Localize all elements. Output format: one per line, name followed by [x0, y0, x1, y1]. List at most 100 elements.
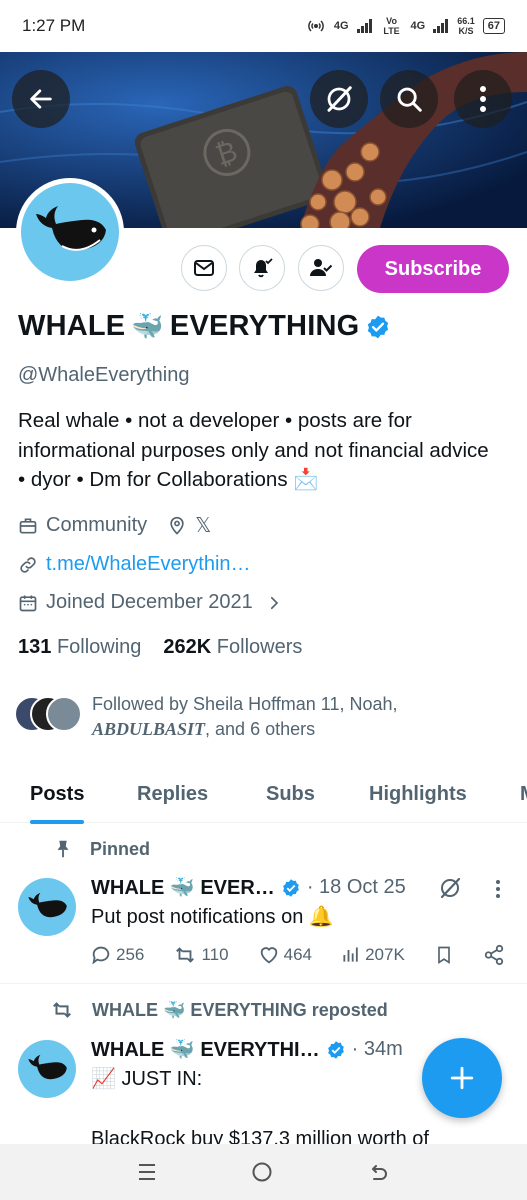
post-author[interactable]: WHALE 🐳 EVER…	[91, 875, 275, 900]
post-avatar[interactable]	[18, 878, 76, 936]
views-icon	[343, 947, 358, 962]
tab-label: Subs	[266, 782, 315, 805]
post-text-continued: BlackRock buy $137.3 million worth of	[91, 1128, 429, 1144]
profile-website-link[interactable]: t.me/WhaleEverythin…	[46, 553, 251, 576]
speed-value: 66.1	[457, 16, 475, 26]
tab-highlights[interactable]: Highlights	[369, 765, 467, 823]
battery-icon: 67	[482, 18, 505, 34]
like-button[interactable]: 464	[258, 944, 312, 966]
followed-by[interactable]: Followed by Sheila Hoffman 11, Noah, ABD…	[14, 692, 432, 742]
network-label-1: 4G	[333, 20, 349, 32]
post-author[interactable]: WHALE 🐳 EVERYTHI…	[91, 1037, 320, 1062]
post-text: 📈 JUST IN:	[91, 1068, 203, 1090]
briefcase-icon	[19, 518, 37, 533]
subscribe-button[interactable]: Subscribe	[357, 245, 509, 293]
message-button[interactable]	[181, 245, 227, 291]
tab-label: M	[520, 783, 527, 806]
following-label: Following	[56, 636, 142, 658]
search-button[interactable]	[380, 70, 438, 128]
mail-icon	[194, 260, 214, 276]
post-header: WHALE 🐳 EVER… · 18 Oct 25	[91, 875, 406, 900]
repost-button[interactable]: 110	[173, 944, 229, 966]
followers-count: 262K	[163, 636, 212, 658]
reply-button[interactable]: 256	[90, 944, 144, 966]
arrow-left-icon	[30, 89, 52, 109]
followers-label: Followers	[216, 636, 303, 658]
post-header: WHALE 🐳 EVERYTHI… · 34m	[91, 1037, 403, 1062]
post-more-icon[interactable]	[495, 879, 501, 899]
heart-icon	[260, 947, 277, 964]
chevron-right-icon	[270, 596, 278, 609]
status-bar: 1:27 PM 4G Vo LTE 4G 66.1 K/S 67	[0, 0, 527, 52]
profile-name-part1: WHALE	[18, 310, 126, 342]
profile-avatar[interactable]	[16, 178, 124, 286]
followed-by-styled-name: ABDULBASIT	[92, 719, 206, 739]
follow-stats: 131 Following 262K Followers	[18, 636, 302, 659]
following-button[interactable]	[298, 245, 344, 291]
notifications-button[interactable]	[239, 245, 285, 291]
avatar-image	[21, 183, 119, 281]
back-nav-button[interactable]	[367, 1160, 391, 1184]
link-icon	[20, 556, 36, 573]
followed-by-text: Followed by Sheila Hoffman 11, Noah, ABD…	[92, 692, 432, 742]
post-avatar[interactable]	[18, 1040, 76, 1098]
profile-bio: Real whale • not a developer • posts are…	[18, 409, 489, 491]
tab-label: Highlights	[369, 782, 467, 805]
followed-by-prefix: Followed by Sheila Hoffman 11, Noah,	[92, 694, 398, 714]
home-button[interactable]	[250, 1160, 274, 1184]
joined-row[interactable]: Joined December 2021	[18, 591, 283, 614]
bell-check-icon	[254, 258, 273, 278]
signal-icon	[356, 19, 372, 33]
plus-icon	[450, 1066, 474, 1090]
tab-replies[interactable]: Replies	[137, 765, 208, 823]
repost-icon	[53, 1002, 71, 1018]
profile-name: WHALE 🐳 EVERYTHING	[18, 310, 391, 343]
signal-icon	[433, 19, 449, 33]
profile-location: 𝕏	[195, 515, 212, 537]
location-pin-icon	[170, 516, 184, 535]
share-icon[interactable]	[483, 944, 505, 966]
grok-icon[interactable]	[438, 876, 462, 900]
like-count: 464	[283, 945, 313, 964]
follower-avatar	[46, 696, 82, 732]
android-nav-bar	[0, 1144, 527, 1200]
recents-button[interactable]	[136, 1162, 158, 1182]
tab-subs[interactable]: Subs	[266, 765, 315, 823]
whale-logo	[36, 206, 106, 251]
more-button[interactable]	[454, 70, 512, 128]
views-button[interactable]: 207K	[341, 945, 405, 965]
verified-badge-icon[interactable]	[365, 314, 391, 340]
back-button[interactable]	[12, 70, 70, 128]
following-stat[interactable]: 131 Following	[18, 636, 141, 659]
repost-indicator: WHALE 🐳 EVERYTHING reposted	[50, 999, 388, 1021]
status-time: 1:27 PM	[22, 16, 86, 35]
post-actions: 256 110 464 207K	[90, 944, 505, 966]
website-row: t.me/WhaleEverythin…	[18, 553, 251, 576]
profile-tabs: Posts Replies Subs Highlights M	[0, 765, 527, 824]
whale-emoji: 🐳	[131, 311, 164, 341]
tab-media[interactable]: M	[520, 765, 527, 823]
repost-count: 110	[201, 945, 229, 964]
repost-icon	[176, 947, 195, 963]
bookmark-icon[interactable]	[434, 944, 454, 966]
menu-lines-icon	[139, 1164, 156, 1180]
reply-count: 256	[116, 945, 145, 964]
whale-logo	[28, 892, 67, 918]
views-count: 207K	[365, 945, 405, 964]
profile-joined-date: Joined December 2021	[46, 591, 253, 613]
status-indicators: 4G Vo LTE 4G 66.1 K/S 67	[306, 16, 505, 36]
pin-icon	[57, 840, 69, 858]
followers-stat[interactable]: 262K Followers	[163, 636, 302, 659]
post-divider	[0, 983, 527, 984]
grok-icon	[327, 86, 352, 112]
more-vertical-icon	[480, 86, 486, 112]
profile-category: Community	[46, 514, 148, 536]
pinned-indicator: Pinned	[52, 838, 150, 860]
grok-button[interactable]	[310, 70, 368, 128]
hotspot-icon	[307, 20, 324, 32]
tab-posts[interactable]: Posts	[30, 765, 85, 824]
compose-button[interactable]	[422, 1038, 502, 1118]
calendar-icon	[19, 595, 37, 611]
tab-label: Posts	[30, 782, 85, 805]
reply-icon	[92, 946, 110, 965]
